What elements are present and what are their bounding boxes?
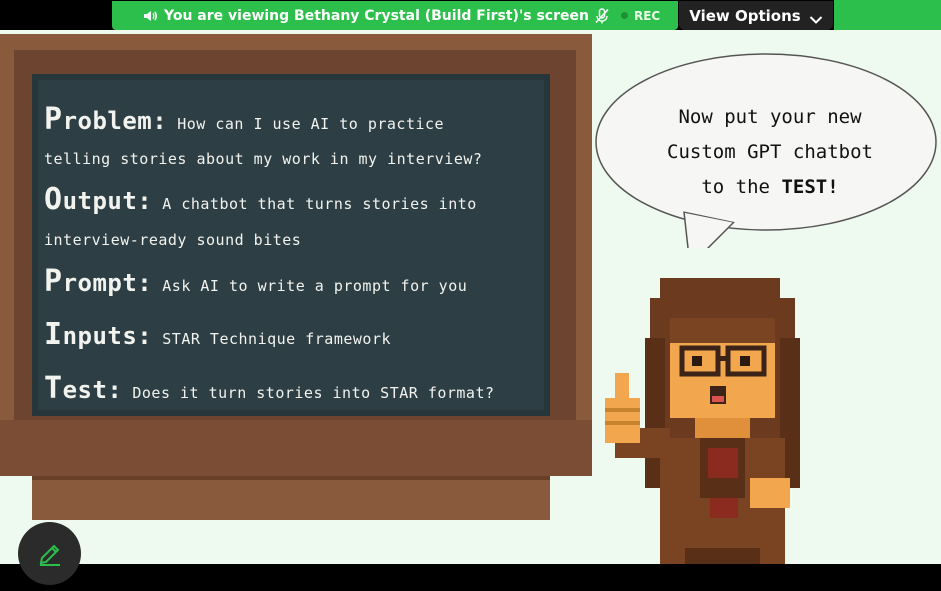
key-rest: rompt: [62, 269, 153, 297]
key-rest: utput: [62, 187, 153, 215]
speech-bubble-text: Now put your new Custom GPT chatbot to t… [620, 100, 920, 205]
view-options-label: View Options [689, 6, 801, 25]
item-value: How can I use AI to practice [177, 115, 445, 133]
bubble-line-3: to the TEST! [620, 170, 920, 205]
chalkboard-ledge [0, 420, 592, 476]
board-item-test: Test: Does it turn stories into STAR form… [44, 371, 495, 406]
annotate-button[interactable] [18, 522, 81, 585]
mic-muted-icon [595, 7, 609, 24]
bottom-bar [0, 564, 941, 591]
banner-edge [834, 0, 941, 30]
board-item-output: Output: A chatbot that turns stories into [44, 182, 477, 217]
key-first: T [44, 371, 63, 406]
board-item-inputs: Inputs: STAR Technique framework [44, 317, 391, 352]
key-rest: nputs: [62, 322, 153, 350]
bubble-line-2: Custom GPT chatbot [667, 141, 873, 163]
speaker-icon[interactable] [142, 8, 158, 24]
chalkboard-base [32, 476, 550, 520]
bubble-line-3-prefix: to the [701, 176, 782, 198]
screen-share-banner: You are viewing Bethany Crystal (Build F… [112, 1, 678, 30]
item-value: Does it turn stories into STAR format? [132, 384, 495, 402]
rec-dot-icon [620, 12, 628, 19]
shared-slide: Problem: How can I use AI to practice tel… [0, 30, 941, 564]
board-item-problem-cont: telling stories about my work in my inte… [44, 150, 483, 168]
board-item-problem: Problem: How can I use AI to practice [44, 102, 444, 137]
item-value: A chatbot that turns stories into [162, 195, 477, 213]
item-value: Ask AI to write a prompt for you [162, 277, 468, 295]
key-rest: est: [62, 376, 123, 404]
viewing-text: You are viewing Bethany Crystal (Build F… [164, 7, 589, 24]
key-rest: roblem: [62, 107, 168, 135]
key-first: P [44, 264, 63, 299]
chevron-down-icon [809, 11, 823, 24]
view-options-button[interactable]: View Options [679, 1, 833, 30]
board-item-prompt: Prompt: Ask AI to write a prompt for you [44, 264, 467, 299]
board-item-output-cont: interview-ready sound bites [44, 231, 302, 249]
key-first: O [44, 182, 63, 217]
key-first: I [44, 317, 63, 352]
pencil-icon [39, 544, 60, 566]
bubble-line-3-strong: TEST! [781, 176, 839, 198]
key-first: P [44, 102, 63, 137]
bubble-line-1: Now put your new [678, 106, 862, 128]
pixel-character-illustration [605, 278, 800, 564]
item-value: STAR Technique framework [162, 330, 392, 348]
rec-label: REC [633, 8, 661, 23]
